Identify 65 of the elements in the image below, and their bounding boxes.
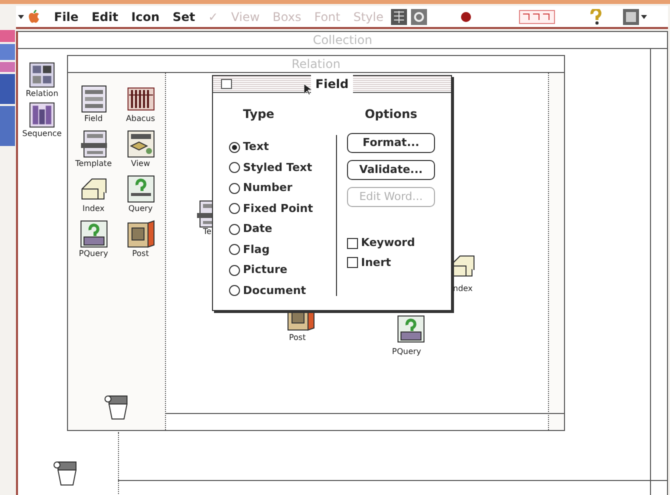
window-title: Relation [290, 56, 342, 73]
view-icon[interactable] [126, 130, 154, 158]
icon-label: Te [203, 226, 212, 238]
palette-label: Abacus [126, 113, 156, 125]
menu-item[interactable]: Set [172, 8, 196, 26]
checkbox-option[interactable]: Inert [347, 254, 435, 271]
palette-label: View [131, 158, 150, 170]
relation-icon[interactable] [28, 62, 55, 88]
menu-item[interactable]: File [54, 8, 79, 26]
post-icon[interactable] [126, 220, 154, 248]
options-heading: Options [364, 106, 418, 123]
tool-icon[interactable] [410, 8, 426, 24]
radio-option[interactable]: Document [229, 280, 336, 301]
palette-label: Template [75, 158, 112, 170]
type-heading: Type [243, 106, 276, 123]
checkbox[interactable] [347, 257, 358, 268]
query-icon[interactable] [126, 175, 154, 203]
menu-item[interactable]: Icon [131, 8, 160, 26]
radio-option[interactable]: Flag [229, 240, 336, 260]
radio-button[interactable] [229, 285, 240, 296]
palette-label: Post [132, 248, 149, 260]
radio-button[interactable] [229, 182, 240, 194]
radio-option[interactable]: Number [229, 178, 336, 198]
radio-option[interactable]: Text [229, 137, 336, 158]
pquery-icon[interactable] [397, 315, 425, 343]
radio-option[interactable]: Date [229, 219, 336, 240]
caret-icon [18, 14, 24, 18]
radio-option[interactable]: Picture [229, 260, 336, 280]
radio-button[interactable] [229, 142, 240, 153]
radio-button[interactable] [229, 244, 240, 256]
option-button[interactable]: Validate... [347, 160, 435, 180]
record-icon[interactable] [460, 12, 470, 22]
option-button[interactable]: Format... [347, 133, 435, 153]
palette-label: Field [84, 113, 103, 125]
icon-label: Post [289, 332, 306, 344]
close-box[interactable] [221, 79, 232, 89]
grid-icon[interactable] [390, 8, 406, 24]
apple-icon[interactable] [28, 10, 40, 24]
caret-icon [640, 14, 646, 18]
radio-button[interactable] [229, 203, 240, 214]
radio-option[interactable]: Fixed Point [229, 198, 336, 219]
application-icon[interactable] [622, 8, 638, 24]
template-icon[interactable] [80, 130, 108, 158]
sequence-icon[interactable] [29, 102, 55, 128]
palette-label: Sequence [22, 128, 62, 140]
abacus-icon[interactable] [126, 85, 154, 113]
palette-label: PQuery [78, 248, 108, 260]
radio-option[interactable]: Styled Text [229, 158, 336, 178]
field-icon[interactable] [80, 85, 108, 113]
menu-item[interactable]: Edit [92, 8, 118, 26]
pquery-icon[interactable] [80, 220, 108, 248]
radio-button[interactable] [229, 224, 240, 235]
checkbox[interactable] [347, 238, 358, 249]
keyboard-icon[interactable] [518, 10, 554, 24]
radio-button[interactable] [229, 162, 240, 174]
help-icon[interactable] [588, 8, 602, 24]
palette-label: Index [82, 203, 105, 215]
palette-label: Query [128, 203, 153, 215]
pointer-icon [304, 84, 313, 96]
window-title: Field [311, 75, 353, 93]
icon-label: PQuery [392, 346, 422, 358]
window-title: Collection [312, 32, 374, 49]
checkbox-option[interactable]: Keyword [347, 235, 435, 252]
palette-label: Relation [26, 88, 58, 100]
radio-button[interactable] [229, 264, 240, 276]
